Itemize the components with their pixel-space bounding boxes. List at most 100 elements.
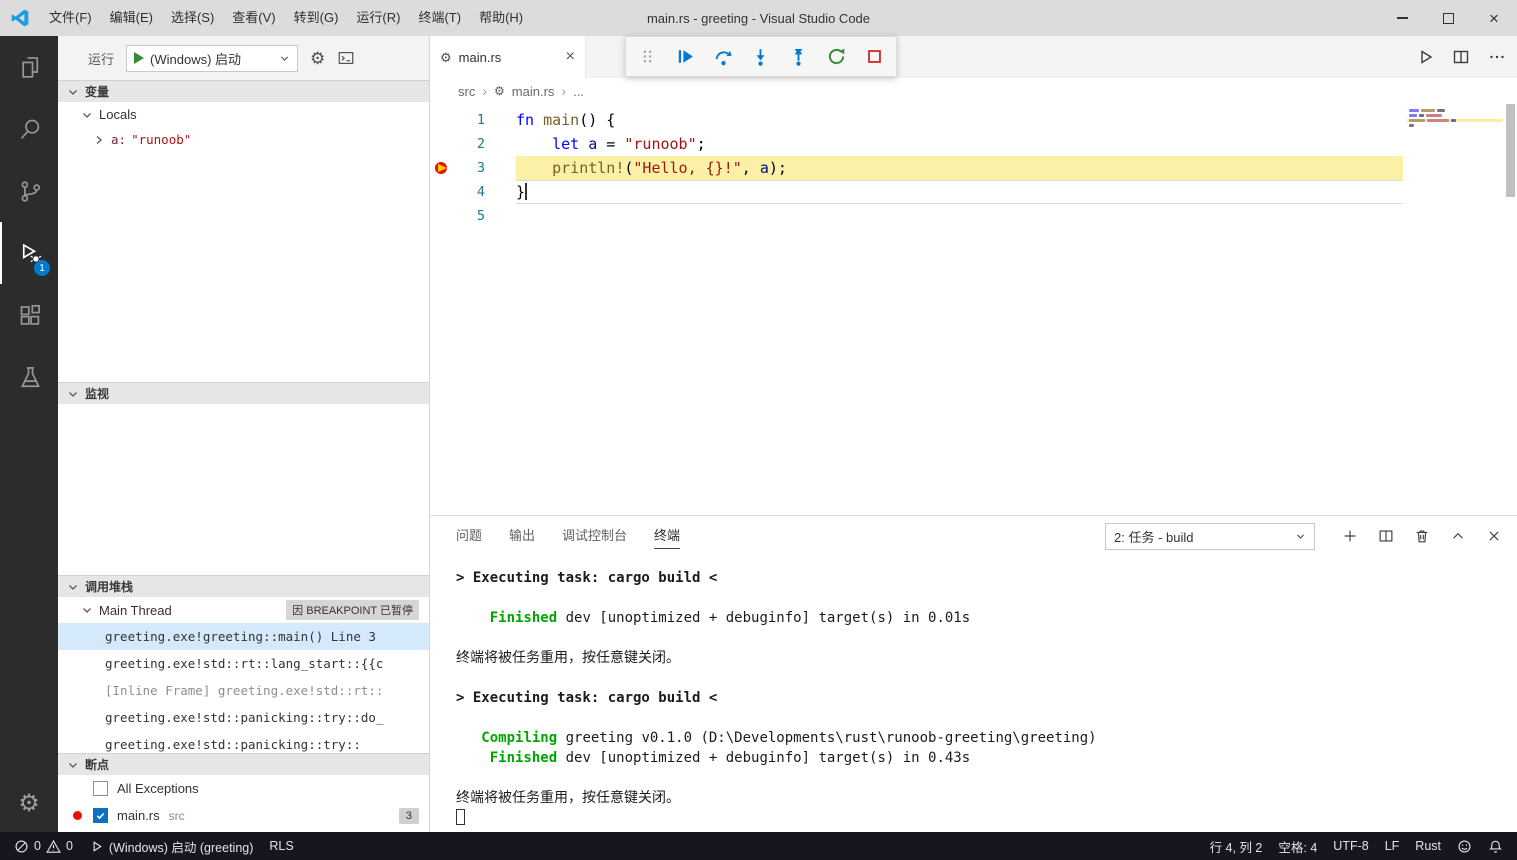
extensions-icon — [17, 302, 44, 329]
terminal-line — [456, 768, 1517, 788]
activity-run-debug[interactable]: 1 — [0, 222, 58, 284]
minimap[interactable] — [1403, 104, 1517, 515]
close-button[interactable]: × — [1471, 0, 1517, 36]
new-terminal-button[interactable] — [1341, 527, 1359, 545]
manage-button[interactable]: ⚙ — [0, 774, 58, 832]
code-editor[interactable]: 1 fn main() { 2 let a = "runoob"; 3 prin… — [430, 104, 1517, 515]
scope-locals[interactable]: Locals — [58, 102, 429, 127]
chevron-right-icon: › — [561, 83, 566, 99]
breadcrumb-src[interactable]: src — [458, 84, 475, 99]
tab-debug-console[interactable]: 调试控制台 — [562, 516, 627, 556]
breadcrumb: src › ⚙ main.rs › ... — [430, 78, 1517, 104]
breakpoint-row-all-exceptions[interactable]: All Exceptions — [58, 775, 429, 802]
step-into-button[interactable] — [744, 40, 778, 74]
call-stack-section-header[interactable]: 调用堆栈 — [58, 575, 429, 597]
maximize-button[interactable] — [1425, 0, 1471, 36]
test-beaker-icon — [17, 364, 44, 391]
menu-run[interactable]: 运行(R) — [347, 0, 409, 36]
run-label: 运行 — [88, 49, 114, 68]
debug-settings-button[interactable]: ⚙ — [310, 50, 325, 67]
menu-view[interactable]: 查看(V) — [223, 0, 284, 36]
notifications-button[interactable] — [1480, 839, 1511, 854]
kill-terminal-button[interactable] — [1413, 527, 1431, 545]
code-line-2[interactable]: 2 let a = "runoob"; — [430, 132, 1517, 156]
cursor-position[interactable]: 行 4, 列 2 — [1202, 837, 1271, 856]
gutter-breakpoint-zone[interactable] — [430, 204, 452, 228]
stack-frame[interactable]: greeting.exe!greeting::main() Line 3 — [58, 623, 429, 650]
variable-row[interactable]: a: "runoob" — [58, 127, 429, 152]
toolbar-gripper[interactable] — [631, 40, 665, 74]
problems-status[interactable]: 0 0 — [6, 832, 81, 860]
code-line-3-current[interactable]: 3 println!("Hello, {}!", a); — [430, 156, 1517, 180]
terminal-output[interactable]: > Executing task: cargo build < Finished… — [430, 556, 1517, 832]
gutter-breakpoint-zone[interactable] — [430, 156, 452, 180]
feedback-button[interactable] — [1449, 839, 1480, 854]
rls-status[interactable]: RLS — [261, 832, 301, 860]
checkbox-checked[interactable] — [93, 808, 108, 823]
stack-frame[interactable]: [Inline Frame] greeting.exe!std::rt:: — [58, 677, 429, 704]
code-line-4-cursor[interactable]: 4 } — [430, 180, 1517, 204]
variable-name: a: — [111, 132, 126, 147]
maximize-panel-button[interactable] — [1449, 527, 1467, 545]
variables-body: Locals a: "runoob" — [58, 102, 429, 382]
stack-frame[interactable]: greeting.exe!std::panicking::try::do_ — [58, 704, 429, 731]
restart-button[interactable] — [819, 40, 853, 74]
tab-problems[interactable]: 问题 — [456, 516, 482, 556]
gutter-breakpoint-zone[interactable] — [430, 108, 452, 132]
eol-status[interactable]: LF — [1377, 839, 1408, 853]
close-panel-button[interactable] — [1485, 527, 1503, 545]
activity-test[interactable] — [0, 346, 58, 408]
terminal-dropdown[interactable]: 2: 任务 - build — [1105, 523, 1315, 550]
open-debug-console-button[interactable] — [337, 49, 355, 67]
step-over-button[interactable] — [706, 40, 740, 74]
checkbox-unchecked[interactable] — [93, 781, 108, 796]
split-editor-button[interactable] — [1451, 47, 1471, 67]
menu-terminal[interactable]: 终端(T) — [409, 0, 470, 36]
tab-close-icon[interactable]: × — [566, 49, 575, 65]
tab-output[interactable]: 输出 — [509, 516, 535, 556]
tab-terminal[interactable]: 终端 — [654, 516, 680, 556]
language-mode[interactable]: Rust — [1407, 839, 1449, 853]
launch-config-dropdown[interactable]: (Windows) 启动 — [126, 45, 298, 72]
more-actions-button[interactable] — [1487, 47, 1507, 67]
stop-button[interactable] — [857, 40, 891, 74]
tab-mainrs[interactable]: ⚙ main.rs × — [430, 36, 586, 78]
stack-frame[interactable]: greeting.exe!std::rt::lang_start::{{c — [58, 650, 429, 677]
encoding-status[interactable]: UTF-8 — [1325, 839, 1376, 853]
variables-section-header[interactable]: 变量 — [58, 80, 429, 102]
call-stack-body: Main Thread 因 BREAKPOINT 已暂停 greeting.ex… — [58, 597, 429, 753]
editor-scrollbar-thumb[interactable] — [1506, 104, 1515, 197]
start-debug-icon[interactable] — [134, 52, 144, 64]
gutter-breakpoint-zone[interactable] — [430, 132, 452, 156]
error-count: 0 — [34, 839, 41, 853]
code-line-5[interactable]: 5 — [430, 204, 1517, 228]
breakpoint-row-mainrs[interactable]: main.rs src 3 — [58, 802, 429, 829]
gutter-breakpoint-zone[interactable] — [430, 180, 452, 204]
thread-row[interactable]: Main Thread 因 BREAKPOINT 已暂停 — [58, 597, 429, 623]
continue-button[interactable] — [669, 40, 703, 74]
menu-edit[interactable]: 编辑(E) — [101, 0, 162, 36]
menu-help[interactable]: 帮助(H) — [470, 0, 532, 36]
split-terminal-button[interactable] — [1377, 527, 1395, 545]
breakpoints-section-header[interactable]: 断点 — [58, 753, 429, 775]
menu-go[interactable]: 转到(G) — [285, 0, 348, 36]
menu-file[interactable]: 文件(F) — [40, 0, 101, 36]
debug-toolbar — [625, 36, 897, 77]
code-line-1[interactable]: 1 fn main() { — [430, 108, 1517, 132]
watch-section-header[interactable]: 监视 — [58, 382, 429, 404]
run-file-button[interactable] — [1415, 47, 1435, 67]
activity-extensions[interactable] — [0, 284, 58, 346]
breakpoints-body: All Exceptions main.rs src 3 — [58, 775, 429, 832]
indentation-status[interactable]: 空格: 4 — [1270, 837, 1325, 856]
step-out-button[interactable] — [782, 40, 816, 74]
menu-selection[interactable]: 选择(S) — [162, 0, 223, 36]
minimize-button[interactable] — [1379, 0, 1425, 36]
breadcrumb-mainrs[interactable]: main.rs — [512, 84, 555, 99]
line-number: 5 — [452, 204, 516, 228]
debug-status[interactable]: (Windows) 启动 (greeting) — [81, 832, 261, 860]
activity-source-control[interactable] — [0, 160, 58, 222]
activity-explorer[interactable] — [0, 36, 58, 98]
activity-search[interactable] — [0, 98, 58, 160]
stack-frame[interactable]: greeting.exe!std::panicking::try:: — [58, 731, 429, 753]
breadcrumb-symbol[interactable]: ... — [573, 84, 584, 99]
